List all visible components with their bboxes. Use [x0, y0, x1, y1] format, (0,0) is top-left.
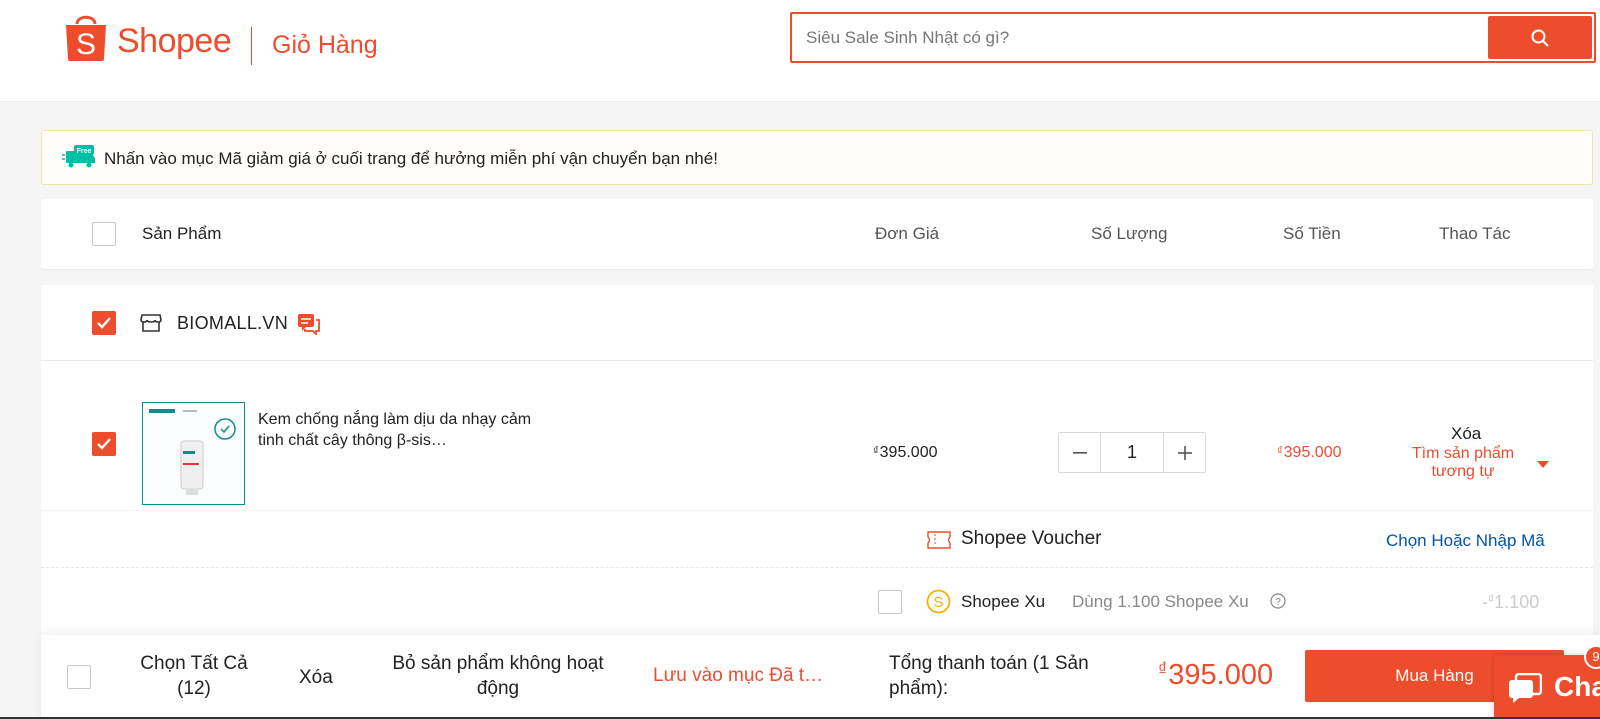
shopee-logo-text[interactable]: Shopee	[117, 22, 232, 61]
save-for-later-button[interactable]: Lưu vào mục Đã t…	[653, 665, 823, 687]
shop-checkbox[interactable]	[92, 311, 116, 335]
page-header: S Shopee Giỏ Hàng	[0, 0, 1600, 102]
select-all-checkbox-bottom[interactable]	[67, 665, 91, 689]
free-shipping-truck-icon: Free	[62, 145, 95, 168]
header-divider	[251, 27, 252, 65]
svg-text:?: ?	[1275, 597, 1281, 608]
chat-bubble-icon	[1509, 673, 1542, 703]
store-icon	[140, 314, 162, 332]
chat-label: Chat	[1554, 671, 1600, 702]
shop-name[interactable]: BIOMALL.VN	[177, 313, 288, 334]
plus-icon	[1177, 445, 1192, 460]
delete-item-link[interactable]: Xóa	[1451, 424, 1481, 444]
shop-section: BIOMALL.VN Kem chống nắng làm dịu da nhạ…	[41, 285, 1593, 510]
column-total: Số Tiền	[1283, 224, 1341, 243]
cart-column-header: Sản Phẩm Đơn Giá Số Lượng Số Tiền Thao T…	[41, 199, 1593, 269]
product-thumbnail[interactable]	[142, 402, 245, 505]
voucher-ticket-icon	[927, 531, 951, 549]
help-icon[interactable]: ?	[1270, 593, 1286, 609]
grand-total-value: 395.000	[1168, 659, 1274, 691]
item-checkbox[interactable]	[92, 432, 116, 456]
total-label: Tổng thanh toán (1 Sản phẩm):	[889, 653, 1089, 699]
quantity-value[interactable]: 1	[1100, 433, 1164, 472]
chat-widget-button[interactable]: Chat	[1494, 655, 1600, 719]
shopee-xu-checkbox[interactable]	[878, 590, 902, 614]
quantity-stepper: 1	[1058, 432, 1206, 473]
choose-voucher-link[interactable]: Chọn Hoặc Nhập Mã	[1386, 531, 1545, 551]
voucher-row: Shopee Voucher Chọn Hoặc Nhập Mã	[41, 511, 1593, 568]
shopee-xu-use-text: Dùng 1.100 Shopee Xu	[1072, 592, 1249, 611]
line-total-value: 395.000	[1283, 444, 1342, 461]
svg-text:S: S	[933, 594, 943, 611]
search-icon	[1531, 29, 1549, 47]
delete-selected-button[interactable]: Xóa	[299, 665, 333, 690]
select-all-checkbox-top[interactable]	[92, 222, 116, 246]
search-button[interactable]	[1488, 16, 1592, 59]
unit-price: ₫395.000	[873, 444, 938, 462]
svg-text:S: S	[76, 28, 96, 61]
checkout-footer: Chọn Tất Cả (12) Xóa Bỏ sản phẩm không h…	[41, 635, 1600, 719]
grand-total-currency: ₫	[1158, 659, 1168, 679]
check-icon	[97, 438, 111, 450]
free-shipping-banner: Free Nhấn vào mục Mã giảm giá ở cuối tra…	[41, 130, 1593, 185]
page-title: Giỏ Hàng	[272, 31, 378, 59]
shopee-voucher-label: Shopee Voucher	[961, 528, 1102, 549]
minus-icon	[1072, 451, 1087, 454]
product-name[interactable]: Kem chống nắng làm dịu da nhạy cảm tinh …	[258, 409, 540, 451]
sunscreen-tube-image	[143, 403, 244, 504]
shopee-bag-icon[interactable]: S	[64, 12, 108, 62]
check-icon	[97, 317, 111, 329]
shopee-coin-icon: S	[926, 589, 951, 614]
banner-text: Nhấn vào mục Mã giảm giá ở cuối trang để…	[104, 149, 718, 168]
shop-row: BIOMALL.VN	[41, 285, 1593, 361]
unit-price-currency: ₫	[873, 445, 879, 457]
free-badge-text: Free	[77, 148, 92, 155]
increase-quantity-button[interactable]	[1164, 433, 1205, 472]
line-total: ₫395.000	[1277, 444, 1342, 462]
chat-shop-icon[interactable]	[297, 313, 321, 335]
caret-down-icon[interactable]	[1537, 461, 1549, 468]
shopee-xu-label: Shopee Xu	[961, 592, 1046, 611]
find-similar-link[interactable]: Tìm sản phẩm tương tự	[1409, 445, 1517, 481]
decrease-quantity-button[interactable]	[1059, 433, 1100, 472]
column-actions: Thao Tác	[1439, 224, 1511, 243]
column-unit-price: Đơn Giá	[875, 224, 940, 243]
select-all-label[interactable]: Chọn Tất Cả (12)	[134, 651, 254, 701]
remove-inactive-button[interactable]: Bỏ sản phẩm không hoạt động	[378, 651, 618, 701]
xu-amount-value: 1.100	[1494, 592, 1540, 612]
unit-price-value: 395.000	[879, 444, 938, 461]
column-quantity: Số Lượng	[1091, 224, 1168, 243]
voucher-area: Shopee Voucher Chọn Hoặc Nhập Mã S Shope…	[41, 510, 1593, 635]
shopee-xu-amount: -₫1.100	[1482, 592, 1539, 613]
search-input[interactable]	[806, 24, 1466, 52]
line-total-currency: ₫	[1277, 445, 1283, 457]
column-product: Sản Phẩm	[142, 224, 222, 243]
grand-total: ₫395.000	[1158, 659, 1273, 692]
search-bar	[790, 12, 1596, 63]
